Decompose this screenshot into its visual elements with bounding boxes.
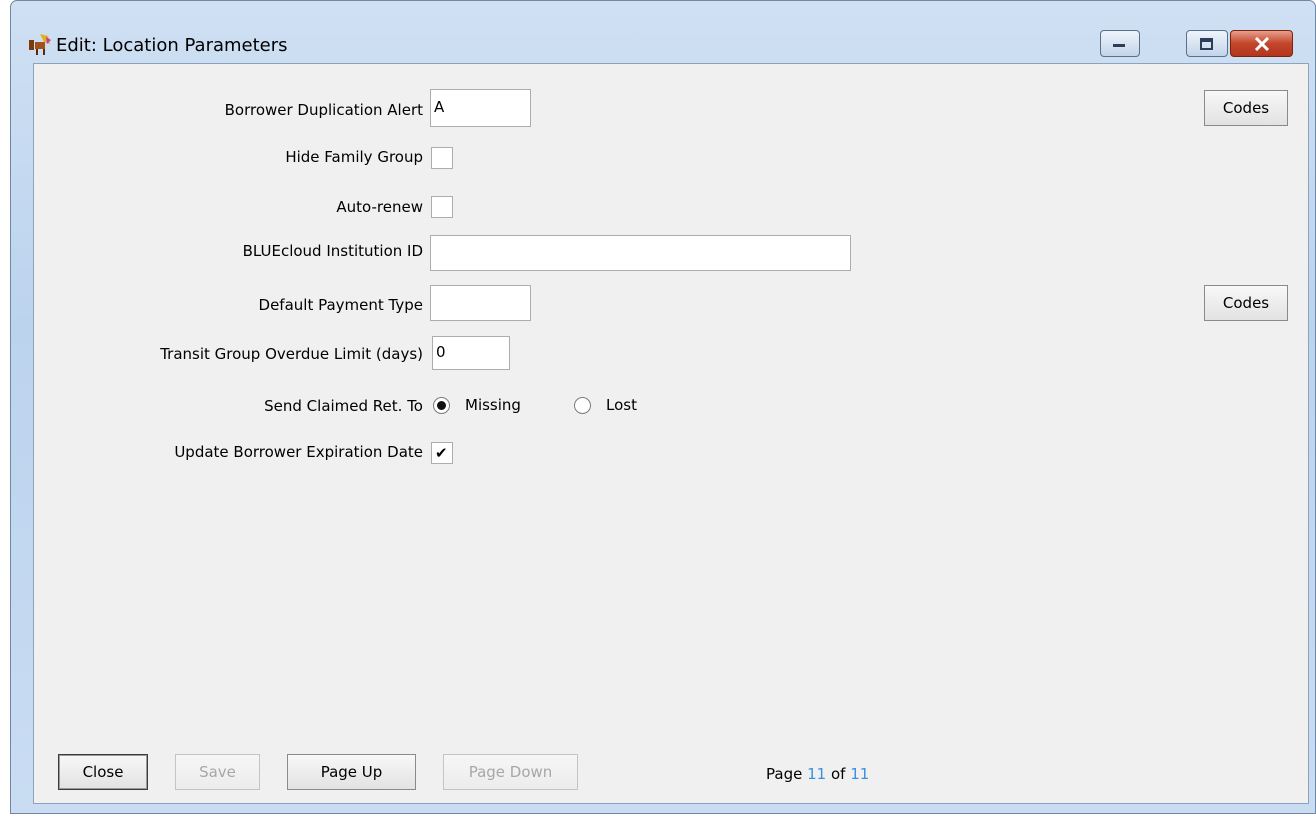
borrower-duplication-alert-label: Borrower Duplication Alert bbox=[224, 101, 423, 119]
missing-radio[interactable] bbox=[433, 397, 450, 414]
auto-renew-checkbox[interactable] bbox=[431, 196, 453, 218]
lost-radio-label[interactable]: Lost bbox=[606, 396, 637, 414]
update-borrower-expiration-date-label: Update Borrower Expiration Date bbox=[174, 443, 423, 461]
page-total: 11 bbox=[850, 765, 870, 783]
bluecloud-institution-id-input[interactable] bbox=[430, 235, 851, 271]
form-panel: Borrower Duplication Alert A Hide Family… bbox=[33, 63, 1309, 804]
app-icon bbox=[29, 34, 51, 55]
save-button[interactable]: Save bbox=[175, 754, 260, 790]
lost-radio[interactable] bbox=[574, 397, 591, 414]
maximize-button[interactable] bbox=[1186, 30, 1228, 57]
minimize-icon bbox=[1113, 43, 1125, 47]
page-indicator: Page 11 of 11 bbox=[766, 765, 869, 783]
minimize-button[interactable] bbox=[1100, 30, 1140, 57]
default-payment-type-input[interactable] bbox=[430, 285, 531, 321]
close-button[interactable]: Close bbox=[58, 754, 148, 790]
borrower-duplication-alert-input[interactable]: A bbox=[430, 89, 531, 127]
window-title: Edit: Location Parameters bbox=[56, 35, 288, 56]
auto-renew-label: Auto-renew bbox=[336, 198, 423, 216]
page-up-button[interactable]: Page Up bbox=[287, 754, 416, 790]
title-bar: Edit: Location Parameters bbox=[11, 1, 1315, 63]
window: Edit: Location Parameters Borrower Dupli… bbox=[10, 0, 1316, 814]
missing-radio-label[interactable]: Missing bbox=[465, 396, 521, 414]
transit-group-overdue-limit-input[interactable]: 0 bbox=[432, 336, 510, 370]
close-window-button[interactable] bbox=[1230, 30, 1293, 57]
codes-button-payment-type[interactable]: Codes bbox=[1204, 285, 1288, 321]
page-down-button[interactable]: Page Down bbox=[443, 754, 578, 790]
update-borrower-expiration-date-checkbox[interactable] bbox=[431, 442, 453, 464]
bluecloud-institution-id-label: BLUEcloud Institution ID bbox=[242, 242, 423, 260]
hide-family-group-label: Hide Family Group bbox=[285, 148, 423, 166]
page-current: 11 bbox=[807, 765, 827, 783]
restore-icon bbox=[1200, 37, 1213, 50]
hide-family-group-checkbox[interactable] bbox=[431, 147, 453, 169]
page-of: of bbox=[830, 765, 846, 783]
page-prefix: Page bbox=[766, 765, 803, 783]
close-icon bbox=[1254, 36, 1269, 51]
transit-group-overdue-limit-label: Transit Group Overdue Limit (days) bbox=[160, 345, 423, 363]
codes-button-duplication-alert[interactable]: Codes bbox=[1204, 90, 1288, 126]
default-payment-type-label: Default Payment Type bbox=[258, 296, 423, 314]
send-claimed-ret-to-label: Send Claimed Ret. To bbox=[264, 397, 423, 415]
